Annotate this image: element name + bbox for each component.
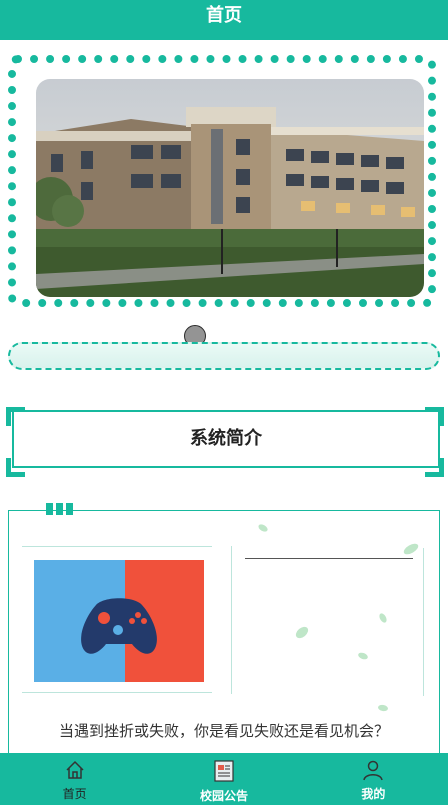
nav-label-notice: 校园公告 — [199, 789, 248, 803]
page-title: 首页 — [206, 5, 242, 26]
banner-frame — [8, 55, 436, 347]
game-controller-image[interactable] — [34, 560, 204, 682]
nav-item-notice[interactable]: 校园公告 — [149, 753, 298, 805]
divider — [423, 548, 424, 696]
divider — [22, 692, 212, 693]
nav-item-home[interactable]: 首页 — [0, 753, 149, 805]
divider — [245, 558, 413, 559]
divider — [22, 546, 212, 547]
bottom-nav: 首页 校园公告 我的 — [0, 753, 448, 805]
nav-label-home: 首页 — [62, 787, 87, 801]
page-header: 首页 — [0, 0, 448, 40]
nav-label-profile: 我的 — [361, 787, 386, 801]
section-title: 系统简介 — [190, 428, 262, 449]
home-icon — [66, 760, 84, 779]
notice-bar[interactable] — [8, 342, 440, 370]
nav-item-profile[interactable]: 我的 — [299, 753, 448, 805]
notice-icon — [214, 760, 234, 782]
banner-image[interactable] — [36, 79, 424, 297]
intro-quote: 当遇到挫折或失败，你是看见失败还是看见机会？ — [58, 722, 389, 740]
user-icon — [363, 760, 384, 781]
intro-tab-decoration — [46, 503, 76, 515]
divider — [231, 546, 232, 694]
